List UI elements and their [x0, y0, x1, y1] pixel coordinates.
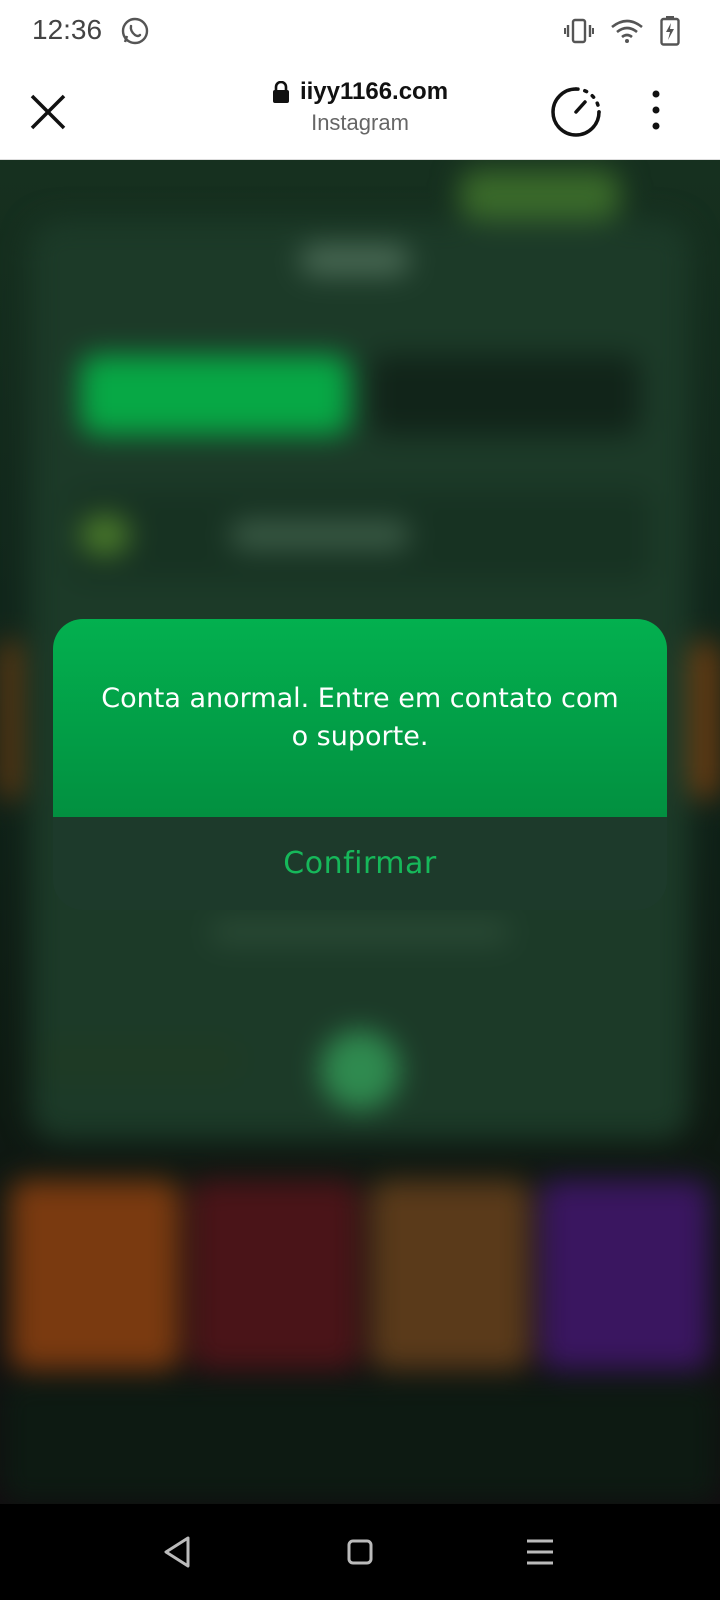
confirm-button-label: Confirmar — [283, 846, 437, 881]
timer-button[interactable] — [548, 84, 604, 140]
whatsapp-icon — [121, 17, 149, 45]
home-icon — [347, 1539, 373, 1565]
back-button[interactable] — [158, 1532, 198, 1572]
back-icon — [164, 1536, 190, 1568]
more-button[interactable] — [650, 88, 662, 136]
home-button[interactable] — [340, 1532, 380, 1572]
more-vert-icon — [652, 90, 660, 130]
status-time: 12:36 — [32, 14, 103, 45]
url-text: iiyy1166.com — [299, 78, 449, 105]
confirm-button[interactable]: Confirmar — [53, 817, 667, 910]
recents-button[interactable] — [520, 1532, 560, 1572]
close-button[interactable] — [22, 86, 74, 138]
url-source: Instagram — [311, 110, 409, 135]
timer-icon — [551, 87, 601, 137]
recents-icon — [527, 1539, 553, 1565]
navigation-bar — [0, 1504, 720, 1600]
status-bar: 12:36 — [0, 0, 720, 64]
battery-charging-icon — [660, 16, 680, 46]
wifi-icon — [611, 19, 643, 43]
lock-icon — [272, 81, 289, 103]
alert-dialog: Conta anormal. Entre em contato com o su… — [53, 619, 667, 910]
vibrate-icon — [564, 18, 594, 44]
url-block[interactable]: iiyy1166.com Instagram — [200, 78, 520, 136]
close-icon — [30, 94, 66, 130]
dialog-message-area: Conta anormal. Entre em contato com o su… — [53, 619, 667, 817]
browser-toolbar: iiyy1166.com Instagram — [0, 64, 720, 160]
dialog-message: Conta anormal. Entre em contato com o su… — [101, 683, 619, 752]
